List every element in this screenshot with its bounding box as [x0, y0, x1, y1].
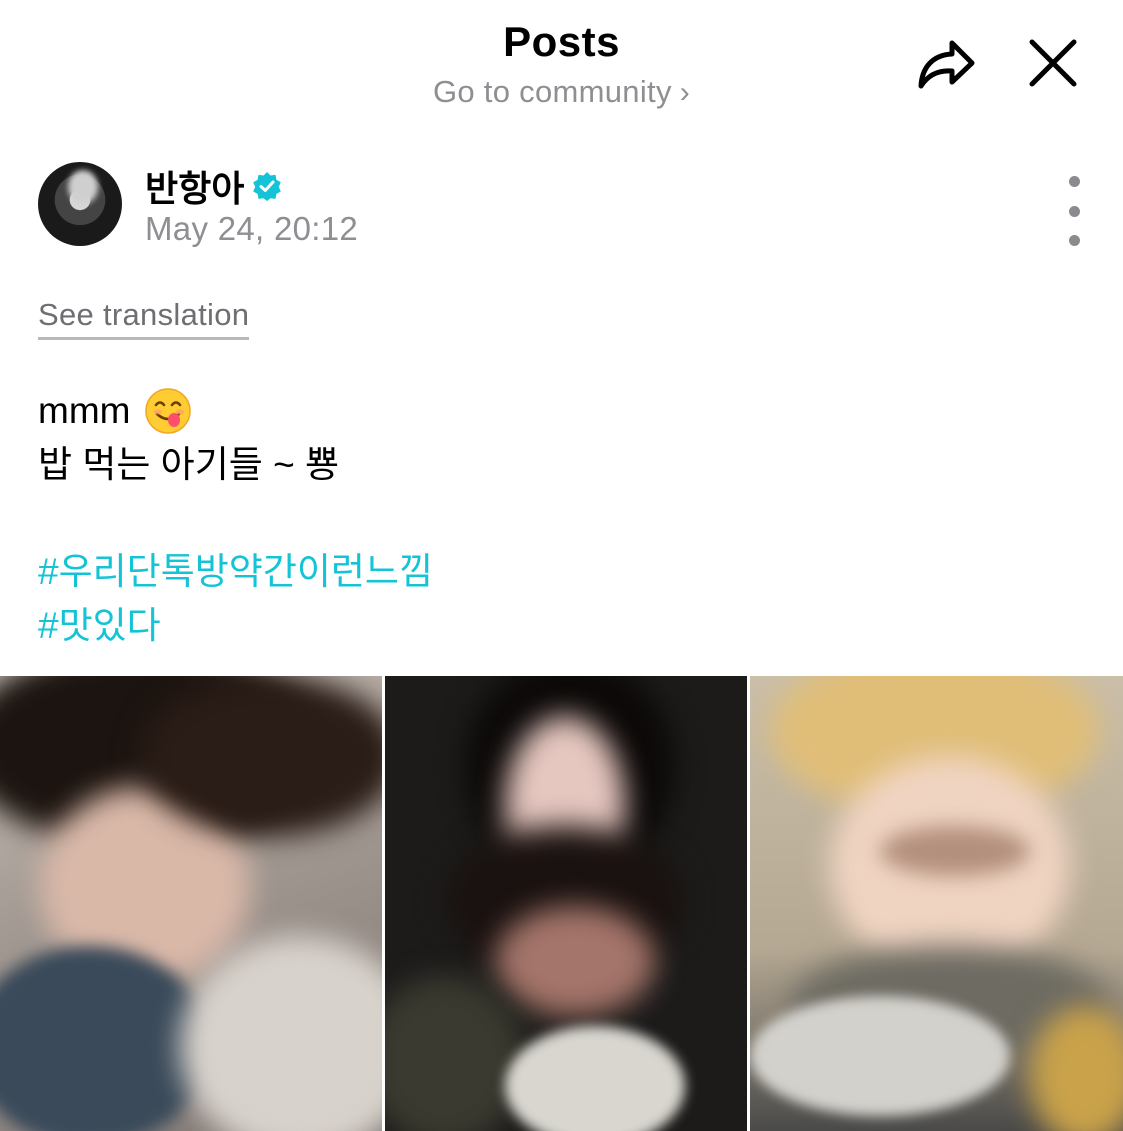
- author-name: 반항아: [145, 168, 245, 209]
- author-name-row[interactable]: 반항아: [145, 160, 282, 212]
- more-options-icon[interactable]: [1054, 176, 1094, 246]
- share-button[interactable]: [912, 30, 982, 100]
- hashtag-link[interactable]: #우리단톡방약간이런느낌: [38, 545, 433, 599]
- photo-grid: [0, 676, 1123, 1131]
- author-avatar[interactable]: [38, 162, 122, 246]
- go-to-community-label: Go to community: [432, 74, 672, 109]
- chevron-right-icon: ›: [679, 76, 691, 109]
- yum-face-emoji-icon: [144, 387, 192, 435]
- verified-badge-icon: [252, 171, 282, 201]
- post-text-line: mmm: [38, 384, 339, 438]
- close-button[interactable]: [1018, 28, 1088, 98]
- post-author-row: 반항아 May 24, 20:12: [38, 160, 1088, 250]
- hashtag-list: #우리단톡방약간이런느낌 #맛있다: [38, 545, 433, 653]
- post-text: mmm 밥 먹는 아기들 ~ 뿅: [38, 384, 339, 492]
- see-translation-link[interactable]: See translation: [38, 297, 250, 340]
- post-text-line: 밥 먹는 아기들 ~ 뿅: [38, 444, 340, 485]
- post-photo[interactable]: [750, 676, 1123, 1131]
- post-photo[interactable]: [0, 676, 382, 1131]
- post-photo[interactable]: [385, 676, 747, 1131]
- post-timestamp: May 24, 20:12: [145, 210, 359, 247]
- share-arrow-icon: [918, 40, 975, 89]
- hashtag-link[interactable]: #맛있다: [38, 599, 433, 653]
- close-icon: [1029, 39, 1077, 87]
